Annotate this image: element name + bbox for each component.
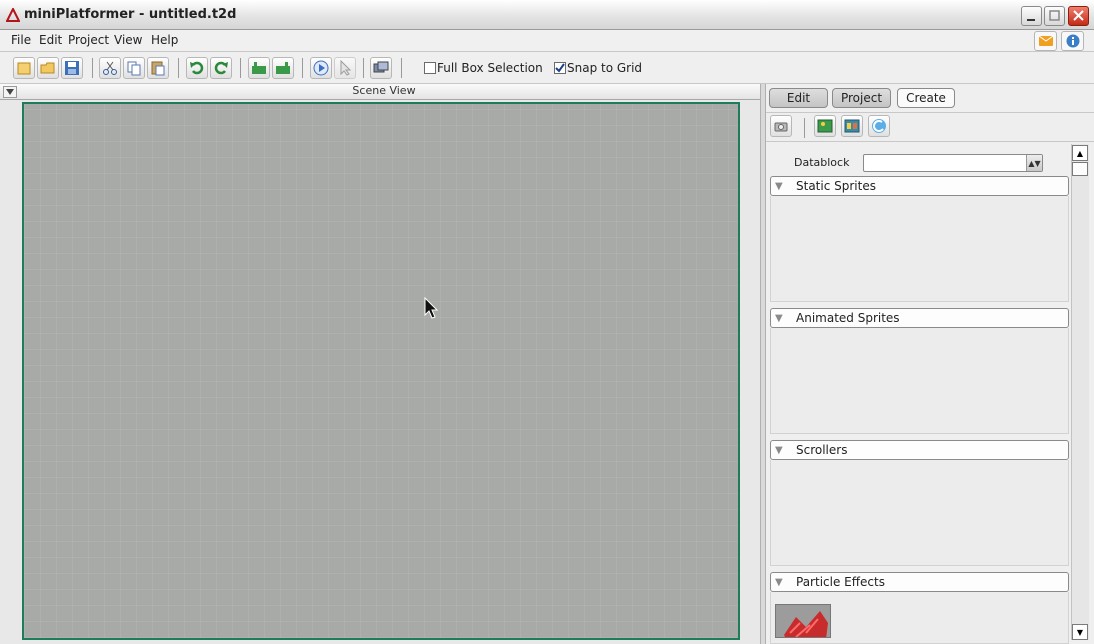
tab-create[interactable]: Create (897, 88, 955, 108)
section-title-particle-effects: Particle Effects (796, 575, 885, 589)
tab-edit[interactable]: Edit (769, 88, 828, 108)
menu-edit[interactable]: Edit (39, 33, 62, 47)
layer-down-icon (276, 62, 290, 74)
open-icon (40, 62, 55, 74)
datablock-label: Datablock (794, 156, 850, 169)
copy-icon (127, 61, 141, 76)
section-title-static-sprites: Static Sprites (796, 179, 876, 193)
redo-icon (214, 61, 228, 75)
scrollbar-thumb[interactable] (1072, 162, 1088, 176)
add-image-icon (817, 119, 833, 133)
play-button[interactable] (310, 57, 332, 79)
section-body-animated-sprites (770, 328, 1069, 434)
layer-up-icon (252, 62, 266, 74)
info-button[interactable] (1061, 31, 1084, 51)
open-button[interactable] (37, 57, 59, 79)
toolbar-separator (302, 58, 303, 78)
close-button[interactable] (1068, 6, 1089, 26)
collapse-triangle-icon[interactable]: ▼ (775, 445, 783, 456)
new-button[interactable] (13, 57, 35, 79)
particle-button[interactable] (868, 115, 890, 137)
panel-toolbar-separator (804, 118, 805, 138)
particle-preview-image (776, 605, 830, 637)
scene-canvas[interactable] (22, 102, 740, 640)
collapse-triangle-icon[interactable]: ▼ (775, 577, 783, 588)
save-icon (65, 61, 79, 75)
toolbar-separator (401, 58, 402, 78)
checkmark-icon (555, 63, 565, 73)
layer-down-button[interactable] (272, 57, 294, 79)
cut-icon (103, 61, 117, 75)
full-box-selection-checkbox[interactable] (424, 62, 436, 74)
maximize-icon (1049, 10, 1060, 21)
section-body-static-sprites (770, 196, 1069, 302)
maximize-button[interactable] (1044, 6, 1065, 26)
camera-view-button[interactable] (370, 57, 392, 79)
undo-icon (190, 61, 204, 75)
paste-icon (151, 61, 165, 76)
tab-project[interactable]: Project (832, 88, 891, 108)
copy-button[interactable] (123, 57, 145, 79)
snap-to-grid-label: Snap to Grid (567, 61, 643, 75)
snap-to-grid-checkbox[interactable] (554, 62, 566, 74)
envelope-icon (1038, 36, 1053, 46)
add-animation-button[interactable] (841, 115, 863, 137)
window-title: miniPlatformer - untitled.t2d (24, 7, 237, 22)
section-body-scrollers (770, 460, 1069, 566)
toolbar-separator (240, 58, 241, 78)
camera-view-icon (373, 61, 389, 73)
camera-icon (774, 122, 788, 132)
save-button[interactable] (61, 57, 83, 79)
scroll-down-button[interactable]: ▼ (1072, 624, 1088, 640)
updown-arrow-icon: ▲▼ (1026, 155, 1042, 171)
mouse-cursor-icon (424, 297, 439, 319)
toolbar-separator (178, 58, 179, 78)
camera-button[interactable] (770, 115, 792, 137)
message-button[interactable] (1034, 31, 1057, 51)
play-icon (313, 60, 329, 76)
paste-button[interactable] (147, 57, 169, 79)
select-arrow-icon (340, 60, 352, 76)
particle-effect-thumbnail[interactable] (775, 604, 831, 638)
datablock-select[interactable]: ▲▼ (863, 154, 1043, 172)
scroll-up-button[interactable]: ▲ (1072, 145, 1088, 161)
cut-button[interactable] (99, 57, 121, 79)
close-icon (1073, 10, 1084, 21)
select-button[interactable] (334, 57, 356, 79)
add-image-button[interactable] (814, 115, 836, 137)
undo-button[interactable] (186, 57, 208, 79)
layer-up-button[interactable] (248, 57, 270, 79)
minimize-icon (1027, 19, 1035, 21)
menu-help[interactable]: Help (151, 33, 178, 47)
scene-view-title: Scene View (352, 84, 416, 97)
menu-project[interactable]: Project (68, 33, 109, 47)
collapse-triangle-icon[interactable]: ▼ (775, 181, 783, 192)
full-box-selection-label: Full Box Selection (437, 61, 543, 75)
redo-button[interactable] (210, 57, 232, 79)
collapse-triangle-icon[interactable]: ▼ (775, 313, 783, 324)
toolbar-separator (363, 58, 364, 78)
section-title-animated-sprites: Animated Sprites (796, 311, 900, 325)
add-animation-icon (844, 119, 860, 133)
info-icon (1066, 34, 1079, 48)
app-logo-icon (6, 8, 20, 22)
section-title-scrollers: Scrollers (796, 443, 848, 457)
panel-scrollbar[interactable] (1071, 144, 1089, 640)
particle-icon (872, 119, 886, 133)
menu-view[interactable]: View (114, 33, 142, 47)
minimize-button[interactable] (1021, 6, 1042, 26)
menu-file[interactable]: File (11, 33, 31, 47)
toolbar-separator (92, 58, 93, 78)
new-icon (17, 62, 31, 75)
